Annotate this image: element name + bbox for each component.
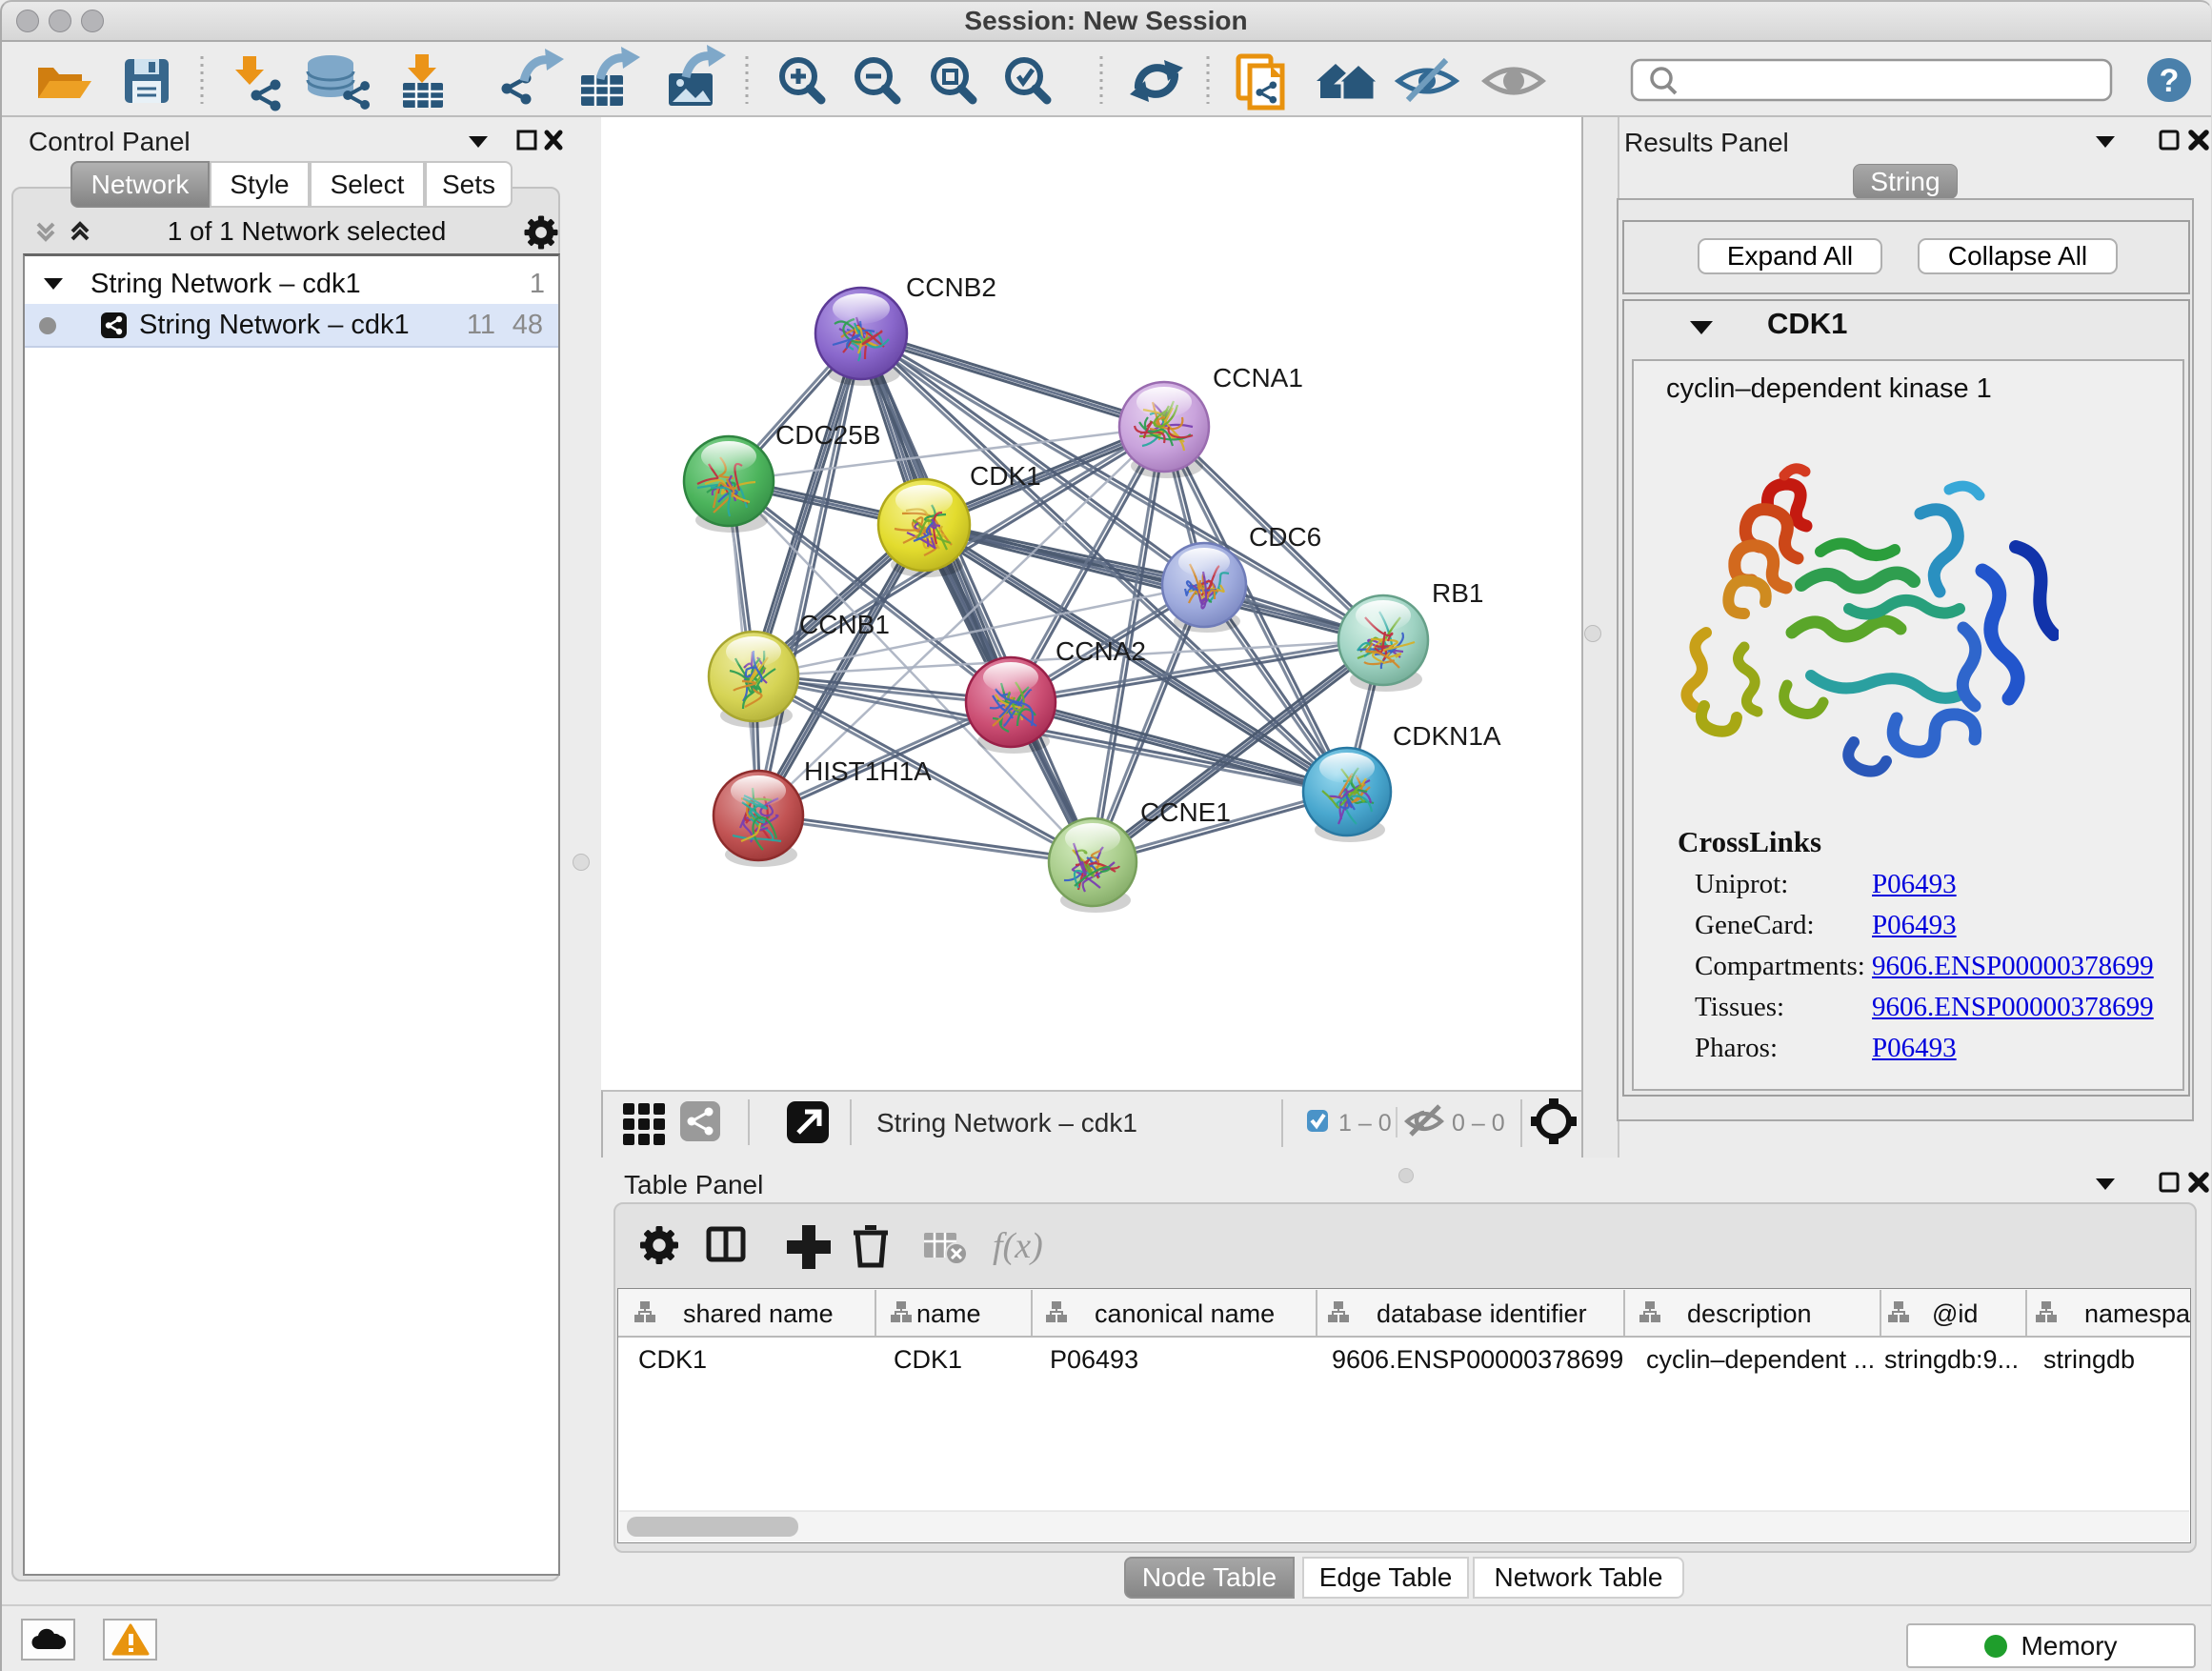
svg-text:canonical name: canonical name — [1095, 1299, 1275, 1328]
svg-text:CDKN1A: CDKN1A — [1393, 721, 1501, 751]
svg-text:CDK1: CDK1 — [894, 1345, 962, 1374]
svg-text:CDC25B: CDC25B — [775, 420, 880, 450]
svg-text:CDK1: CDK1 — [638, 1345, 707, 1374]
svg-text:CCNE1: CCNE1 — [1140, 797, 1231, 827]
svg-text:name: name — [916, 1299, 981, 1328]
svg-text:description: description — [1687, 1299, 1812, 1328]
svg-text:namespac: namespac — [2084, 1299, 2191, 1328]
svg-text:shared name: shared name — [683, 1299, 834, 1328]
svg-text:CCNB2: CCNB2 — [906, 272, 996, 302]
svg-text:database identifier: database identifier — [1377, 1299, 1587, 1328]
svg-text:RB1: RB1 — [1432, 578, 1483, 608]
svg-text:CDK1: CDK1 — [970, 461, 1041, 491]
svg-text:f(x): f(x) — [993, 1226, 1043, 1266]
svg-text:CDC6: CDC6 — [1249, 522, 1321, 552]
svg-text:1 – 0: 1 – 0 — [1338, 1110, 1392, 1137]
svg-text:?: ? — [2160, 63, 2180, 99]
svg-text:stringdb:9...: stringdb:9... — [1884, 1345, 2019, 1374]
svg-text:CCNA1: CCNA1 — [1213, 363, 1303, 393]
svg-text:stringdb: stringdb — [2043, 1345, 2135, 1374]
svg-text:@id: @id — [1932, 1299, 1978, 1328]
svg-text:String Network – cdk1: String Network – cdk1 — [876, 1108, 1137, 1137]
svg-text:HIST1H1A: HIST1H1A — [804, 756, 932, 786]
svg-text:CCNB1: CCNB1 — [799, 610, 890, 639]
svg-text:cyclin–dependent ...: cyclin–dependent ... — [1646, 1345, 1875, 1374]
svg-text:0 – 0: 0 – 0 — [1452, 1110, 1505, 1137]
svg-text:P06493: P06493 — [1050, 1345, 1138, 1374]
svg-text:9606.ENSP00000378699: 9606.ENSP00000378699 — [1332, 1345, 1623, 1374]
svg-text:CCNA2: CCNA2 — [1056, 636, 1146, 666]
